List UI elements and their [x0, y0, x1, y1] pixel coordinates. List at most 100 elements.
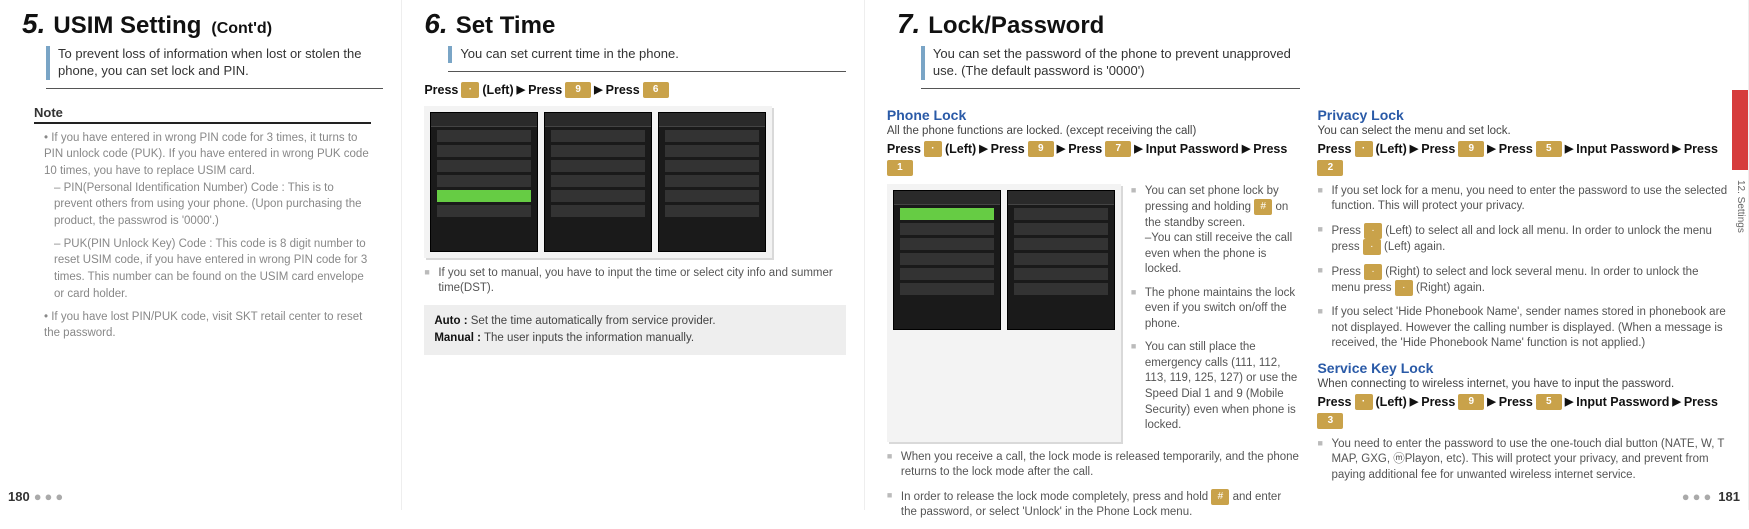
key-dot-icon: ·: [1363, 239, 1381, 255]
note-sub-item: PUK(PIN Unlock Key) Code : This code is …: [54, 236, 371, 303]
page-number-right: ●●●181: [1678, 489, 1740, 504]
arrow-icon: ▶: [1672, 395, 1680, 408]
dots-icon: ●●●: [34, 489, 67, 504]
key-dot-icon: ·: [1355, 141, 1373, 157]
sec6-screens: [424, 106, 846, 258]
key-hash-icon: #: [1254, 199, 1272, 215]
key-3-icon: 3: [1317, 413, 1343, 429]
sec7-intro: You can set the password of the phone to…: [933, 46, 1300, 80]
bullet-text: Press: [1331, 225, 1360, 237]
key-9-icon: 9: [1458, 394, 1484, 410]
press-word: Press: [528, 83, 562, 97]
key-5-icon: 5: [1536, 141, 1562, 157]
press-word: Press: [1068, 142, 1102, 156]
key-dot-icon: ·: [1364, 264, 1382, 280]
bullet-text: (Left) again.: [1384, 241, 1445, 253]
arrow-icon: ▶: [1565, 142, 1573, 155]
press-input: Input Password: [1576, 395, 1669, 409]
sec5-heading: 5. USIM Setting (Cont'd): [22, 8, 383, 40]
service-desc: When connecting to wireless internet, yo…: [1317, 378, 1730, 390]
arrow-icon: ▶: [1487, 142, 1495, 155]
sec7-title: Lock/Password: [928, 12, 1104, 40]
bullet-text: –You can still receive the call even whe…: [1145, 232, 1292, 275]
arrow-icon: ▶: [1410, 395, 1418, 408]
bullet-item: In order to release the lock mode comple…: [887, 489, 1300, 521]
arrow-icon: ▶: [594, 83, 602, 96]
phone-lock-desc: All the phone functions are locked. (exc…: [887, 125, 1300, 137]
service-heading: Service Key Lock: [1317, 360, 1730, 376]
note-item: • If you have entered in wrong PIN code …: [44, 130, 371, 303]
arrow-icon: ▶: [979, 142, 987, 155]
note-text: If you have lost PIN/PUK code, visit SKT…: [44, 311, 362, 340]
privacy-press: Press · (Left) ▶ Press 9 ▶ Press 5 ▶ Inp…: [1317, 141, 1730, 176]
note-item: • If you have lost PIN/PUK code, visit S…: [44, 309, 371, 342]
press-word: Press: [1421, 142, 1455, 156]
bullet-item: You can set phone lock by pressing and h…: [1131, 184, 1300, 278]
key-9-icon: 9: [1028, 141, 1054, 157]
key-dot-icon: ·: [924, 141, 942, 157]
bullet-text: (Right) again.: [1416, 282, 1485, 294]
sec6-heading: 6. Set Time: [424, 8, 846, 40]
arrow-icon: ▶: [1410, 142, 1418, 155]
privacy-bullets: If you set lock for a menu, you need to …: [1317, 184, 1730, 352]
page-left: 5. USIM Setting (Cont'd) To prevent loss…: [0, 0, 402, 510]
key-9-icon: 9: [1458, 141, 1484, 157]
press-left: (Left): [482, 83, 513, 97]
press-word: Press: [887, 142, 921, 156]
key-9-icon: 9: [565, 82, 591, 98]
key-dot-icon: ·: [1364, 223, 1382, 239]
service-bullets: You need to enter the password to use th…: [1317, 437, 1730, 484]
key-dot-icon: ·: [461, 82, 479, 98]
phone-screen: [893, 190, 1001, 330]
phone-screen: [430, 112, 538, 252]
auto-label: Auto :: [434, 315, 467, 327]
sec5-num: 5.: [22, 8, 45, 40]
bullet-item: When you receive a call, the lock mode i…: [887, 450, 1300, 481]
page-right: 7. Lock/Password You can set the passwor…: [865, 0, 1749, 510]
intro-bar-icon: [921, 46, 925, 80]
sec7-num: 7.: [897, 8, 920, 40]
phone-lock-side: You can set phone lock by pressing and h…: [1131, 184, 1300, 442]
note-text: If you have entered in wrong PIN code fo…: [44, 132, 369, 177]
phone-screen: [1007, 190, 1115, 330]
page-num: 180: [8, 489, 30, 504]
phone-screens: [887, 184, 1121, 442]
sec5-suffix: (Cont'd): [211, 20, 272, 38]
dots-icon: ●●●: [1682, 489, 1715, 504]
press-word: Press: [1684, 395, 1718, 409]
bullet-text: In order to release the lock mode comple…: [901, 491, 1208, 503]
press-word: Press: [606, 83, 640, 97]
intro-bar-icon: [448, 46, 452, 63]
bullet-text: (Right) to select and lock several menu.…: [1331, 266, 1698, 295]
arrow-icon: ▶: [1487, 395, 1495, 408]
manual-label: Manual :: [434, 332, 481, 344]
phone-lock-col: Phone Lock All the phone functions are l…: [887, 99, 1300, 529]
intro-bar-icon: [46, 46, 50, 80]
privacy-desc: You can select the menu and set lock.: [1317, 125, 1730, 137]
bullet-item: Press · (Left) to select all and lock al…: [1317, 223, 1730, 256]
note-label: Note: [34, 105, 371, 124]
key-dot-icon: ·: [1395, 280, 1413, 296]
arrow-icon: ▶: [1565, 395, 1573, 408]
phone-lock-heading: Phone Lock: [887, 107, 1300, 123]
bullet-item: You need to enter the password to use th…: [1317, 437, 1730, 484]
arrow-icon: ▶: [517, 83, 525, 96]
press-input: Input Password: [1146, 142, 1239, 156]
press-left: (Left): [1376, 142, 1407, 156]
page-num: 181: [1718, 489, 1740, 504]
note-body: • If you have entered in wrong PIN code …: [44, 130, 371, 342]
auto-manual-box: Auto : Set the time automatically from s…: [424, 305, 846, 356]
service-press: Press · (Left) ▶ Press 9 ▶ Press 5 ▶ Inp…: [1317, 394, 1730, 429]
phone-screen: [658, 112, 766, 252]
press-word: Press: [1317, 142, 1351, 156]
press-word: Press: [1317, 395, 1351, 409]
arrow-icon: ▶: [1057, 142, 1065, 155]
press-left: (Left): [945, 142, 976, 156]
sec5-title: USIM Setting: [53, 12, 201, 40]
key-hash-icon: #: [1211, 489, 1229, 505]
sec6-press: Press · (Left) ▶ Press 9 ▶ Press 6: [424, 82, 846, 98]
note-sublist: PIN(Personal Identification Number) Code…: [54, 180, 371, 303]
sec6-num: 6.: [424, 8, 447, 40]
press-word: Press: [991, 142, 1025, 156]
phone-screens: [424, 106, 772, 258]
